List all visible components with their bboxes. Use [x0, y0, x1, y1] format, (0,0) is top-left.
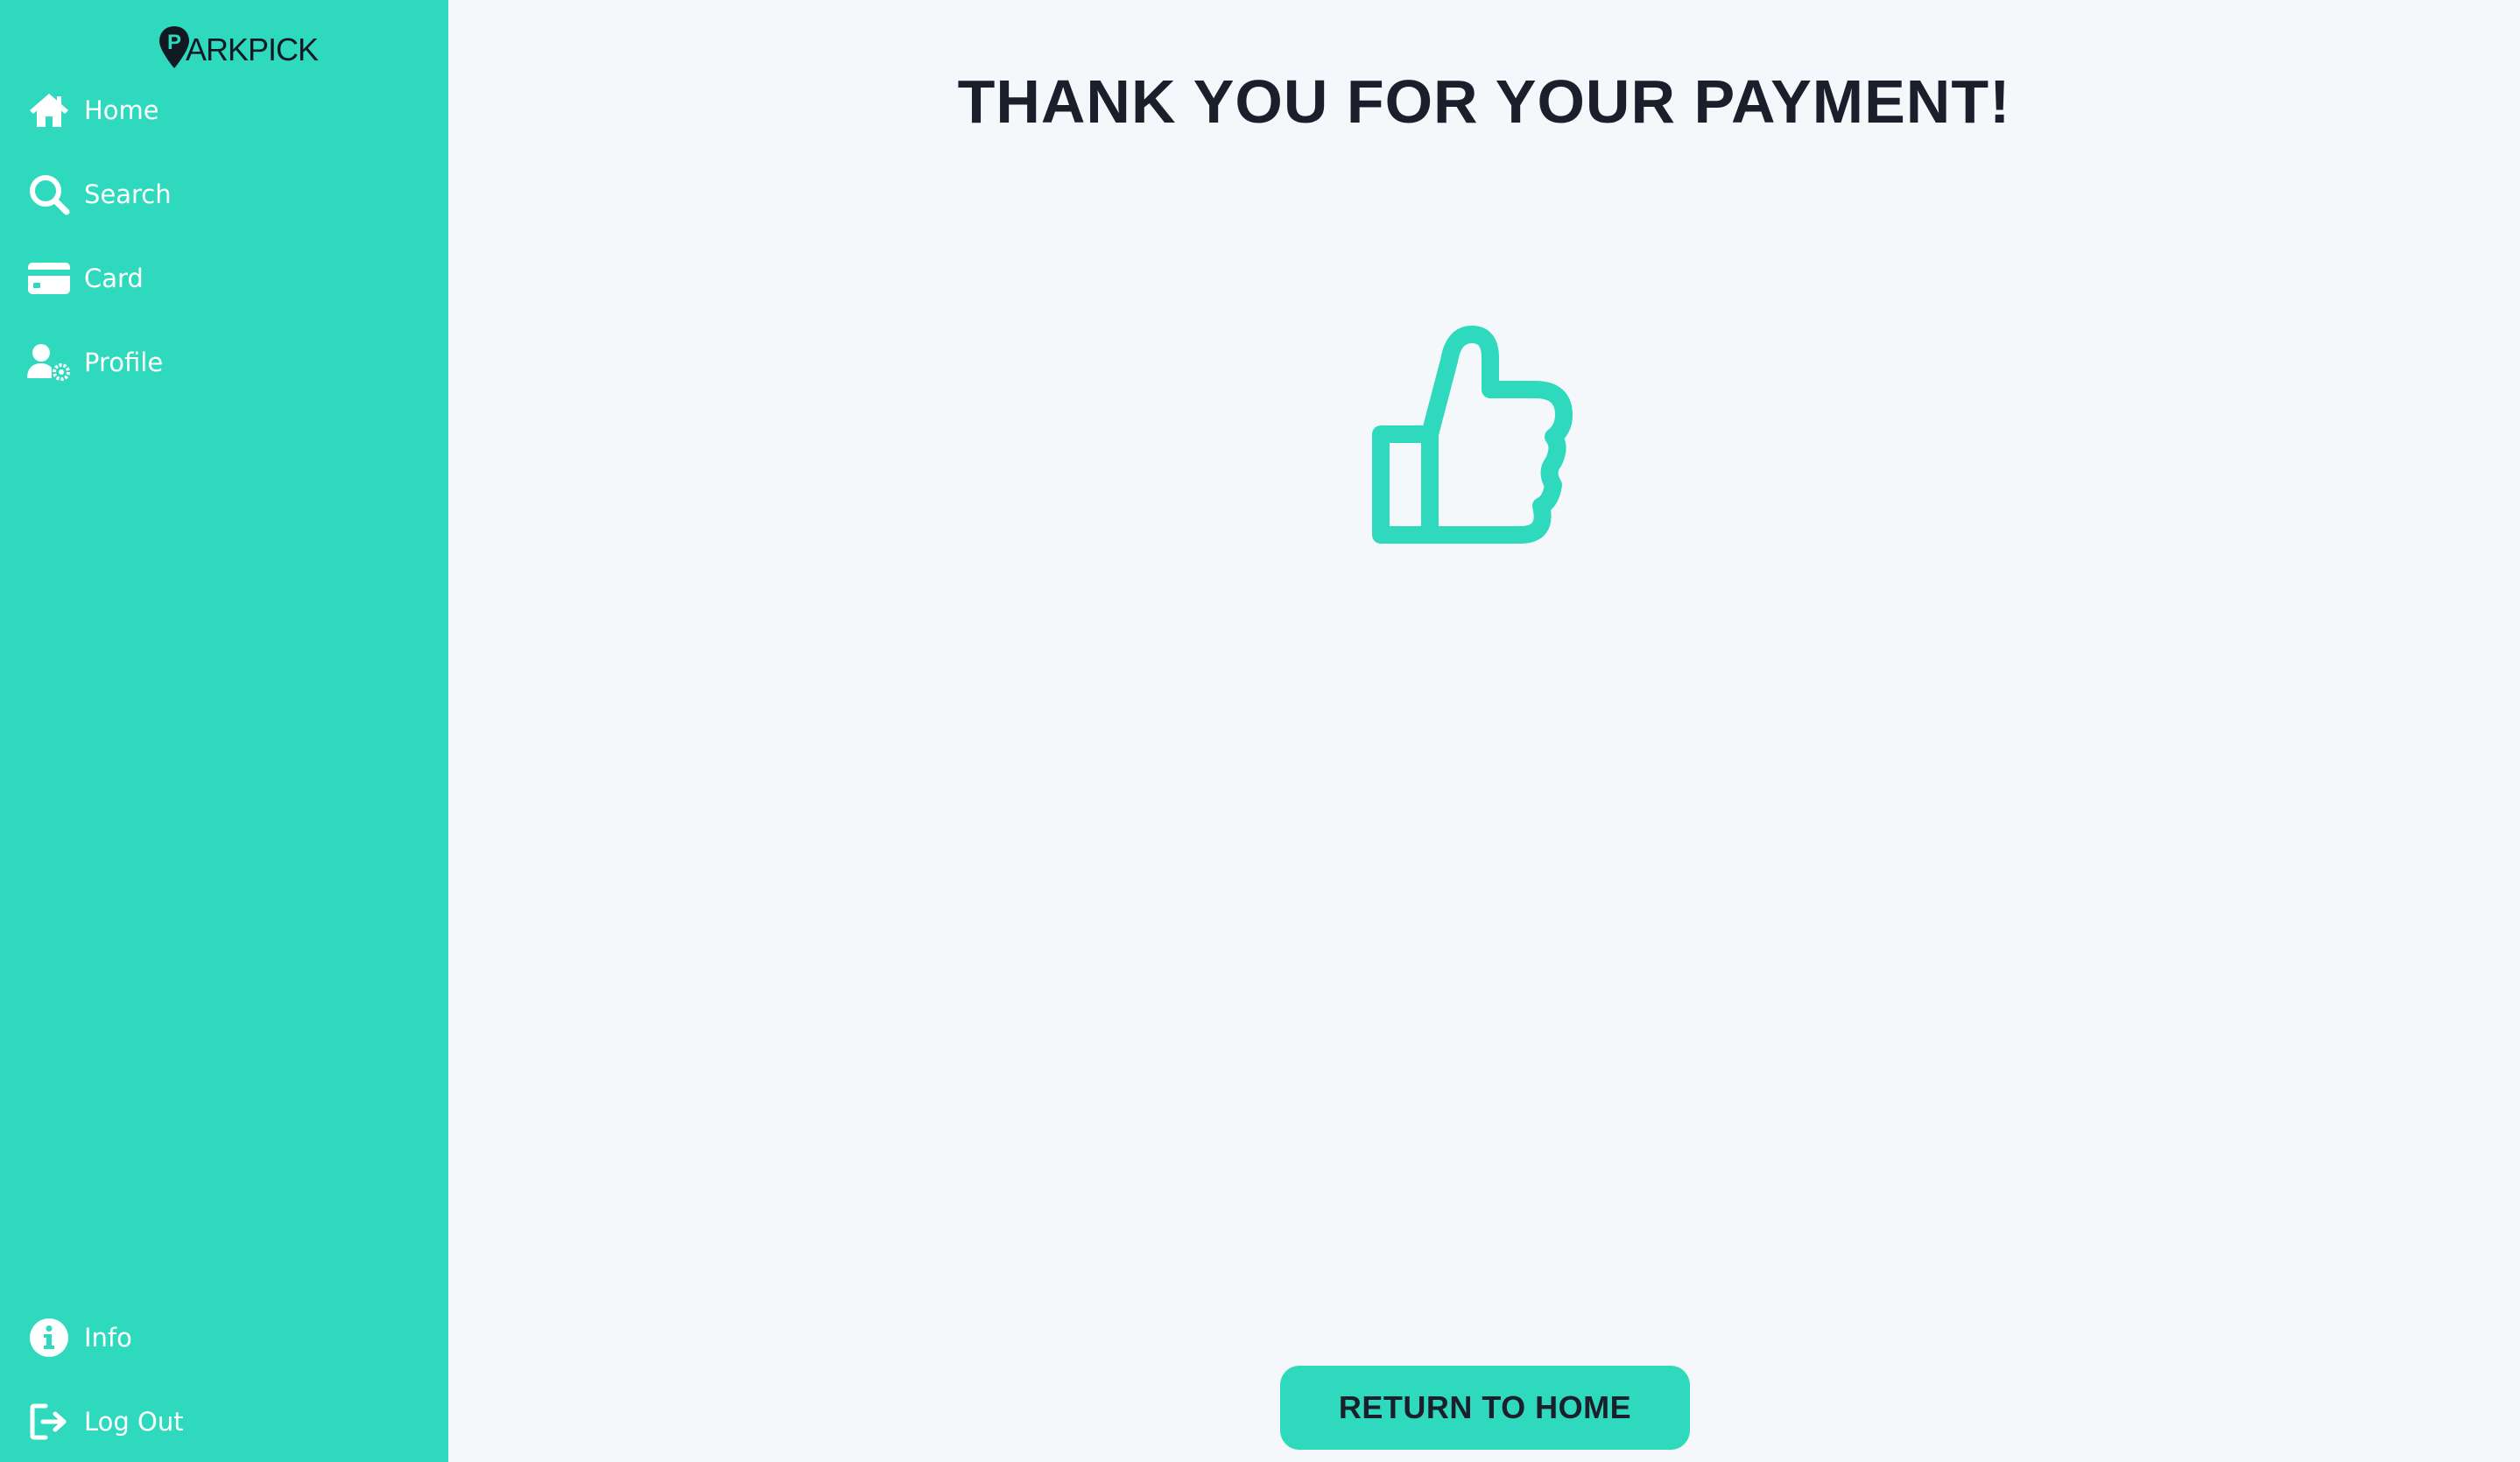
- logo[interactable]: P ARKPICK: [158, 23, 319, 72]
- sidebar-item-home[interactable]: Home: [0, 79, 448, 142]
- app-window: P ARKPICK Home Search Card Profile Info …: [0, 0, 2520, 1462]
- search-icon: [26, 172, 72, 217]
- sidebar-item-logout[interactable]: Log Out: [0, 1390, 448, 1453]
- svg-text:P: P: [167, 31, 181, 54]
- thumbs-up-icon: [1372, 326, 1573, 544]
- sidebar-item-info[interactable]: Info: [0, 1306, 448, 1369]
- home-icon: [26, 88, 72, 133]
- return-to-home-button[interactable]: RETURN TO HOME: [1280, 1366, 1690, 1450]
- logo-text: ARKPICK: [186, 32, 319, 67]
- sidebar-item-label: Info: [84, 1323, 132, 1353]
- sidebar-item-card[interactable]: Card: [0, 247, 448, 310]
- page-title: THANK YOU FOR YOUR PAYMENT!: [957, 67, 2011, 136]
- sidebar-item-label: Profile: [84, 348, 164, 377]
- sidebar-item-label: Home: [84, 95, 159, 125]
- credit-card-icon: [26, 256, 72, 301]
- sidebar-item-profile[interactable]: Profile: [0, 331, 448, 394]
- sidebar-item-label: Log Out: [84, 1407, 184, 1437]
- sidebar-item-label: Card: [84, 264, 144, 293]
- sidebar: P ARKPICK Home Search Card Profile Info …: [0, 0, 448, 1462]
- sidebar-item-search[interactable]: Search: [0, 163, 448, 226]
- logout-icon: [26, 1399, 72, 1444]
- info-icon: [26, 1315, 72, 1360]
- sidebar-item-label: Search: [84, 179, 172, 209]
- user-settings-icon: [26, 340, 72, 385]
